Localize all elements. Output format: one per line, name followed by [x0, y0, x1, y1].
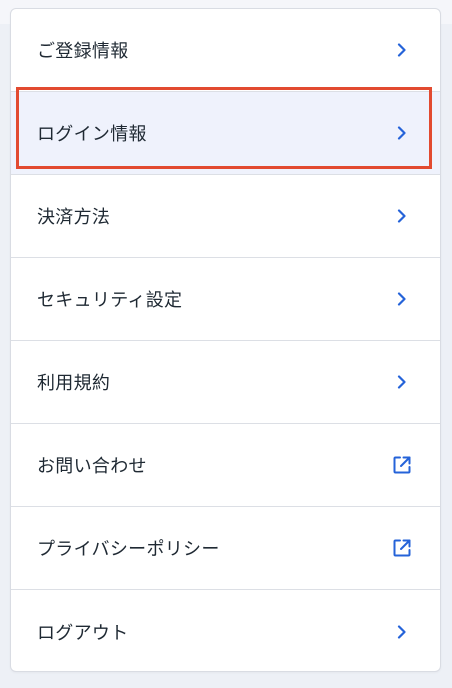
chevron-right-icon — [390, 287, 414, 311]
menu-item-logout[interactable]: ログアウト — [11, 590, 440, 671]
menu-item-label: ログアウト — [37, 622, 129, 644]
menu-item-label: セキュリティ設定 — [37, 290, 183, 311]
menu-item-contact[interactable]: お問い合わせ — [11, 424, 440, 507]
menu-item-payment-method[interactable]: 決済方法 — [11, 175, 440, 258]
chevron-right-icon — [390, 620, 414, 644]
menu-item-login-info[interactable]: ログイン情報 — [11, 92, 440, 175]
menu-item-security-settings[interactable]: セキュリティ設定 — [11, 258, 440, 341]
chevron-right-icon — [390, 370, 414, 394]
chevron-right-icon — [390, 38, 414, 62]
menu-item-label: ログイン情報 — [37, 124, 147, 145]
external-link-icon — [390, 536, 414, 560]
menu-item-label: プライバシーポリシー — [37, 539, 220, 560]
menu-item-privacy-policy[interactable]: プライバシーポリシー — [11, 507, 440, 590]
chevron-right-icon — [390, 121, 414, 145]
settings-menu: ご登録情報 ログイン情報 決済方法 セキュリティ設定 利用規約 お問い合わせ プ… — [10, 8, 441, 672]
menu-item-label: 決済方法 — [37, 207, 111, 228]
menu-item-registration-info[interactable]: ご登録情報 — [11, 9, 440, 92]
menu-item-label: 利用規約 — [37, 373, 111, 394]
external-link-icon — [390, 453, 414, 477]
menu-item-label: お問い合わせ — [37, 456, 147, 477]
menu-item-terms-of-use[interactable]: 利用規約 — [11, 341, 440, 424]
chevron-right-icon — [390, 204, 414, 228]
menu-item-label: ご登録情報 — [37, 41, 129, 62]
